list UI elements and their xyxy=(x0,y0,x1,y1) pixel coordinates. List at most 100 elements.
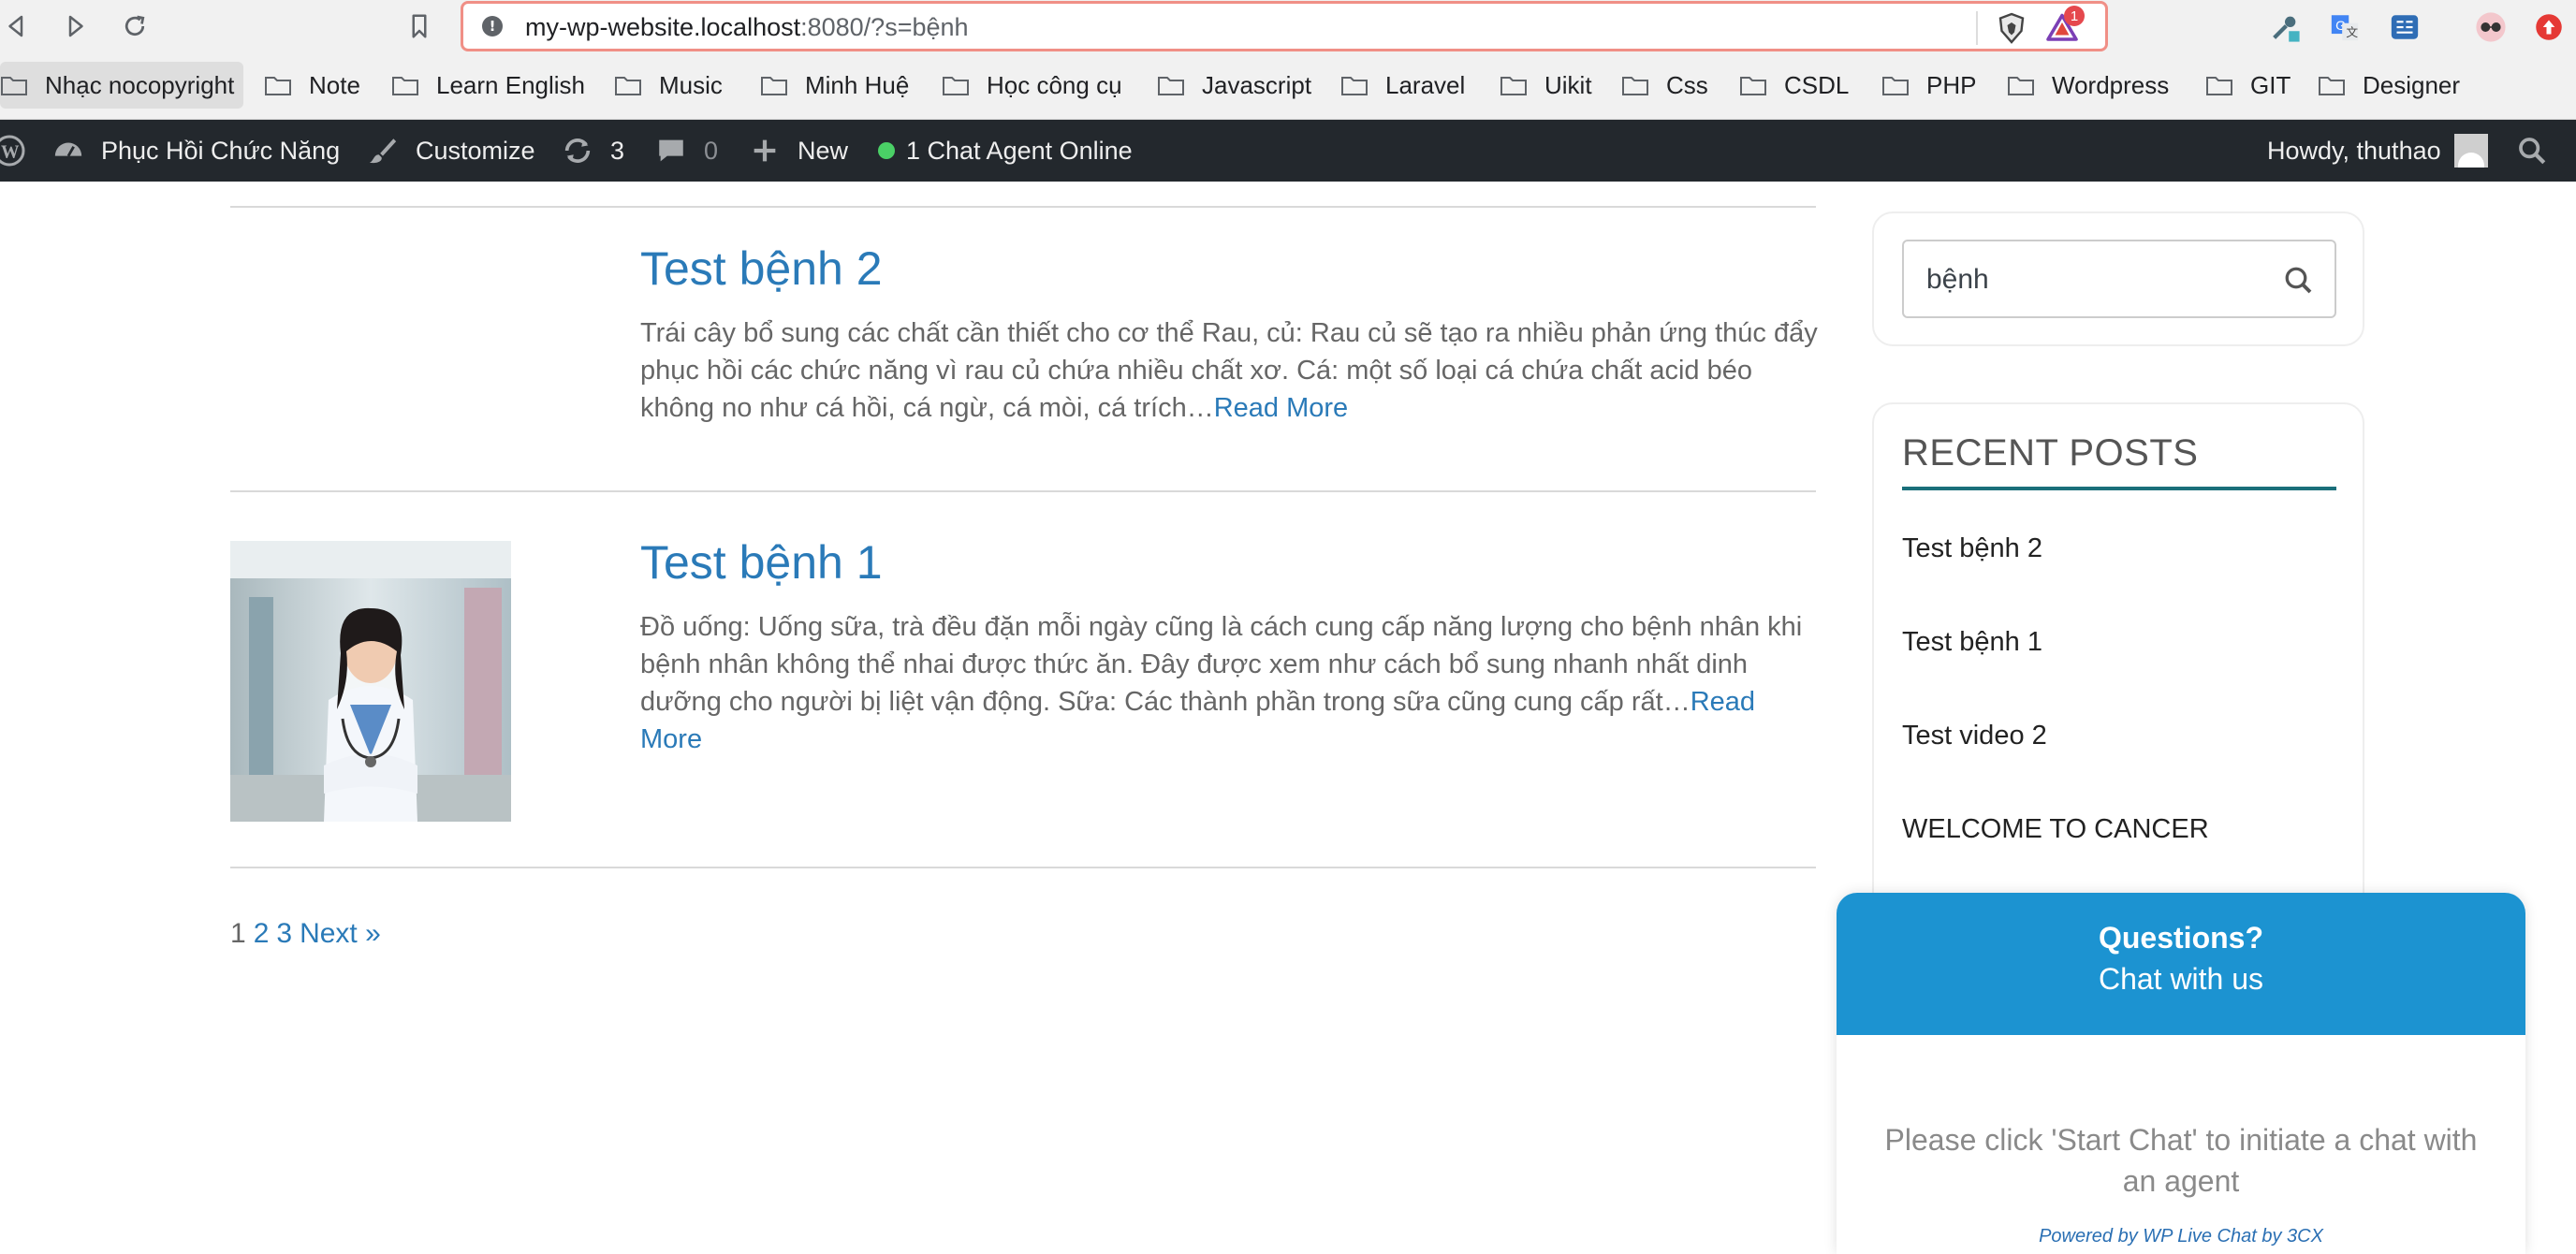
folder-icon xyxy=(1,77,27,95)
folder-icon xyxy=(1740,77,1766,95)
search-input-value: bệnh xyxy=(1926,264,1989,295)
recent-post-link[interactable]: Test bệnh 2 xyxy=(1902,533,2042,564)
bookmark-label: Music xyxy=(659,70,723,99)
recent-post-link[interactable]: Test video 2 xyxy=(1902,721,2047,751)
glasses-extension-icon[interactable] xyxy=(2475,11,2507,43)
customize-link[interactable]: Customize xyxy=(367,120,535,182)
widget-title: RECENT POSTS xyxy=(1902,432,2199,474)
folder-icon xyxy=(392,77,418,95)
new-label: New xyxy=(798,136,849,165)
bookmark-folder[interactable]: Note xyxy=(264,62,360,109)
post-title-link[interactable]: Test bệnh 1 xyxy=(640,535,883,590)
bookmark-label: GIT xyxy=(2250,70,2291,99)
forward-icon[interactable] xyxy=(58,9,92,43)
updates-link[interactable]: 3 xyxy=(562,120,624,182)
page-number-current: 1 xyxy=(230,918,246,949)
browser-toolbar: ! my-wp-website.localhost:8080/?s=bệnh 1… xyxy=(0,0,2576,52)
search-widget: bệnh xyxy=(1872,211,2364,346)
page-number-link[interactable]: 3 xyxy=(276,918,292,949)
svg-text:W: W xyxy=(1,143,20,163)
live-chat-widget[interactable]: Questions? Chat with us Please click 'St… xyxy=(1837,893,2525,1254)
chat-instructions: Please click 'Start Chat' to initiate a … xyxy=(1884,1123,2478,1198)
bookmark-folder[interactable]: Javascript xyxy=(1157,62,1311,109)
recent-post-link[interactable]: Test bệnh 1 xyxy=(1902,627,2042,658)
folder-icon xyxy=(1341,77,1368,95)
dashboard-icon xyxy=(52,135,84,167)
post-title-link[interactable]: Test bệnh 2 xyxy=(640,241,883,296)
url-text: my-wp-website.localhost:8080/?s=bệnh xyxy=(525,13,969,42)
post-thumbnail-image[interactable] xyxy=(230,541,511,822)
svg-text:文: 文 xyxy=(2346,25,2358,39)
chat-agent-status[interactable]: 1 Chat Agent Online xyxy=(878,120,1133,182)
brave-shield-icon[interactable] xyxy=(1995,11,2028,45)
updates-count: 3 xyxy=(610,136,625,165)
post-excerpt: Đồ uống: Uống sữa, trà đều đặn mỗi ngày … xyxy=(640,608,1818,758)
site-info-icon[interactable]: ! xyxy=(482,16,503,36)
bookmark-label: Javascript xyxy=(1202,70,1312,99)
bookmark-folder[interactable]: Học công cụ xyxy=(942,62,1122,109)
bookmark-folder[interactable]: PHP xyxy=(1881,62,1976,109)
bookmark-folder[interactable]: Laravel xyxy=(1340,62,1465,109)
chat-header[interactable]: Questions? Chat with us xyxy=(1837,893,2525,1035)
bookmarks-bar: Nhạc nocopyright Note Learn English Musi… xyxy=(0,52,2576,120)
bookmark-label: Designer xyxy=(2363,70,2461,99)
page-number-link[interactable]: 2 xyxy=(254,918,270,949)
bookmark-folder[interactable]: Wordpress xyxy=(2007,62,2169,109)
address-bar[interactable]: ! my-wp-website.localhost:8080/?s=bệnh 1 xyxy=(461,1,2108,51)
bookmark-label: Học công cụ xyxy=(987,70,1122,99)
bookmark-folder[interactable]: GIT xyxy=(2205,62,2291,109)
bookmark-label: Css xyxy=(1666,70,1708,99)
folder-icon xyxy=(615,77,641,95)
site-name-menu[interactable]: Phục Hồi Chức Năng xyxy=(52,120,340,182)
bookmark-folder[interactable]: Learn English xyxy=(391,62,585,109)
bookmark-folder[interactable]: CSDL xyxy=(1739,62,1849,109)
post-divider xyxy=(230,206,1816,208)
folder-icon xyxy=(1882,77,1909,95)
update-alert-icon[interactable] xyxy=(2533,11,2565,43)
comments-count: 0 xyxy=(704,136,719,165)
widget-title-underline xyxy=(1902,487,2336,490)
folder-icon xyxy=(265,77,291,95)
url-host: my-wp-website.localhost xyxy=(525,13,801,41)
howdy-label: Howdy, thuthao xyxy=(2267,136,2441,165)
admin-search-icon[interactable] xyxy=(2516,120,2548,182)
bookmark-label: Learn English xyxy=(436,70,585,99)
read-more-link[interactable]: Read More xyxy=(1214,393,1348,423)
avatar xyxy=(2453,134,2488,168)
chat-subtitle: Chat with us xyxy=(2098,962,2264,996)
search-input[interactable]: bệnh xyxy=(1902,240,2336,318)
eyedropper-extension-icon[interactable] xyxy=(2269,11,2301,43)
back-icon[interactable] xyxy=(0,9,34,43)
recent-post-link[interactable]: WELCOME TO CANCER xyxy=(1902,814,2209,845)
bookmark-label: Wordpress xyxy=(2052,70,2170,99)
google-translate-icon[interactable]: G文 xyxy=(2329,11,2361,43)
my-account-menu[interactable]: Howdy, thuthao xyxy=(2267,120,2488,182)
search-icon[interactable] xyxy=(2282,264,2316,298)
bookmark-folder[interactable]: Uikit xyxy=(1500,62,1592,109)
bookmark-icon[interactable] xyxy=(402,9,436,43)
next-page-link[interactable]: Next » xyxy=(300,918,381,949)
plus-icon xyxy=(749,135,781,167)
page-content: Test bệnh 2 Trái cây bổ sung các chất cầ… xyxy=(0,182,2576,1254)
reload-icon[interactable] xyxy=(118,9,152,43)
folder-icon xyxy=(2206,77,2232,95)
bookmark-folder[interactable]: Music xyxy=(614,62,723,109)
bookmark-folder[interactable]: Minh Huệ xyxy=(760,62,909,109)
folder-icon xyxy=(1622,77,1648,95)
bookmark-folder[interactable]: Nhạc nocopyright xyxy=(0,62,244,109)
chat-question: Questions? xyxy=(2098,921,2263,955)
comments-link[interactable]: 0 xyxy=(655,120,718,182)
updates-icon xyxy=(562,135,593,167)
bookmark-label: CSDL xyxy=(1784,70,1850,99)
new-content-menu[interactable]: New xyxy=(749,120,848,182)
chat-powered-by-link[interactable]: Powered by WP Live Chat by 3CX xyxy=(1837,1226,2525,1247)
bookmark-folder[interactable]: Designer xyxy=(2318,62,2460,109)
post-excerpt: Trái cây bổ sung các chất cần thiết cho … xyxy=(640,314,1818,427)
post-divider xyxy=(230,490,1816,492)
wp-admin-bar: W Phục Hồi Chức Năng Customize 3 0 New 1… xyxy=(0,120,2576,182)
folder-icon xyxy=(1500,77,1527,95)
reader-extension-icon[interactable] xyxy=(2389,11,2421,43)
bookmark-folder[interactable]: Css xyxy=(1621,62,1708,109)
wordpress-logo-icon[interactable]: W xyxy=(0,120,26,182)
folder-icon xyxy=(1158,77,1184,95)
